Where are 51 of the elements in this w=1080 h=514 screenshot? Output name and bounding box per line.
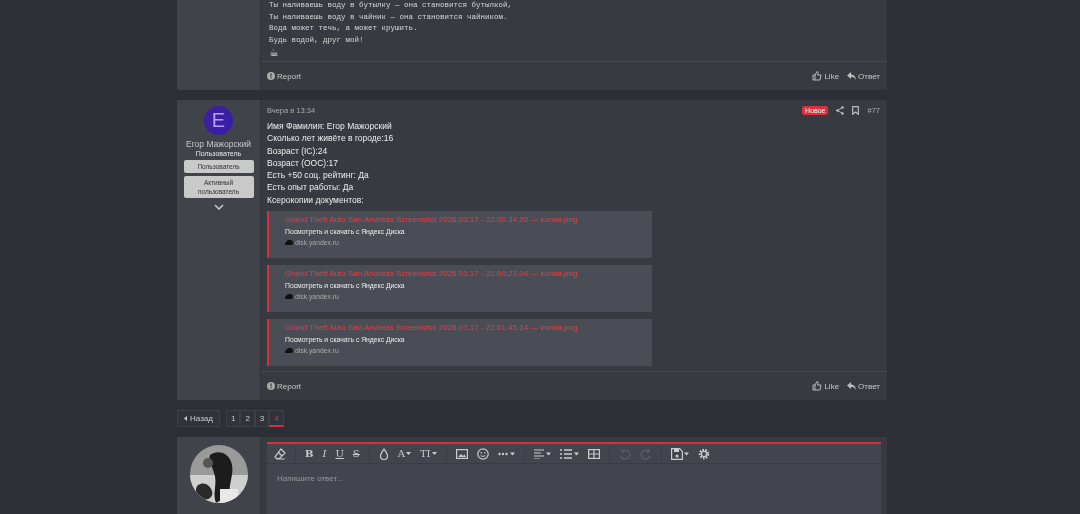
- save-draft-icon[interactable]: [670, 447, 689, 460]
- list-icon[interactable]: [559, 448, 579, 459]
- page-link[interactable]: 2: [240, 410, 255, 427]
- reply-icon: [847, 72, 857, 80]
- strikethrough-button[interactable]: S: [352, 448, 360, 459]
- align-icon[interactable]: [533, 448, 551, 459]
- droplet-icon[interactable]: [378, 447, 389, 460]
- report-icon: [267, 72, 275, 80]
- emoji: ☕: [269, 46, 280, 60]
- thumbs-up-icon: [812, 381, 823, 391]
- like-link[interactable]: Like: [812, 71, 840, 81]
- cloud-icon: [285, 240, 293, 246]
- text-size-button[interactable]: TI: [419, 448, 437, 459]
- user-avatar[interactable]: E: [204, 106, 233, 135]
- reply-link[interactable]: Ответ: [847, 381, 880, 391]
- share-icon[interactable]: [836, 105, 845, 115]
- message-text: Возраст (OOC):17: [267, 156, 339, 170]
- smiley-icon[interactable]: [476, 447, 489, 460]
- caret-left-icon: [184, 416, 187, 421]
- image-icon[interactable]: [455, 448, 468, 459]
- message-text: Есть +50 соц. рейтинг: Да: [267, 169, 370, 182]
- reply-icon: [847, 382, 857, 390]
- message-text: Ксерокопии документов:: [267, 193, 365, 207]
- username[interactable]: Егор Мажорский: [186, 139, 251, 149]
- italic-button[interactable]: I: [322, 448, 327, 459]
- message-text: Есть опыт работы: Да: [267, 181, 355, 194]
- thumbs-up-icon: [812, 71, 823, 81]
- text-color-button[interactable]: A: [397, 448, 411, 459]
- eraser-icon[interactable]: [274, 447, 286, 460]
- page-link[interactable]: 1: [225, 410, 241, 427]
- like-link[interactable]: Like: [812, 381, 840, 391]
- reply-link[interactable]: Ответ: [847, 71, 880, 81]
- more-icon[interactable]: [497, 451, 515, 456]
- chevron-down-icon[interactable]: [213, 204, 224, 210]
- message-text: Возраст (IC):24: [267, 144, 329, 157]
- cloud-icon: [285, 348, 293, 354]
- back-button[interactable]: Назад: [177, 410, 220, 427]
- message-text: Сколько лет живёте в городе:16: [267, 132, 395, 145]
- reply-editor[interactable]: B I U S A TI Напишите ответ...: [267, 442, 881, 514]
- settings-icon[interactable]: [697, 447, 710, 460]
- caret-down-icon: [431, 452, 437, 455]
- report-icon: [267, 382, 275, 390]
- report-link[interactable]: Report: [267, 71, 301, 81]
- cloud-icon: [285, 294, 293, 300]
- message-text: Имя Фамилия: Егор Мажорский: [267, 120, 393, 133]
- report-link[interactable]: Report: [267, 381, 301, 391]
- underline-button[interactable]: U: [335, 448, 344, 459]
- caret-down-icon: [405, 452, 411, 455]
- bookmark-icon[interactable]: [852, 105, 860, 115]
- table-icon[interactable]: [587, 448, 600, 459]
- bold-button[interactable]: B: [305, 448, 314, 459]
